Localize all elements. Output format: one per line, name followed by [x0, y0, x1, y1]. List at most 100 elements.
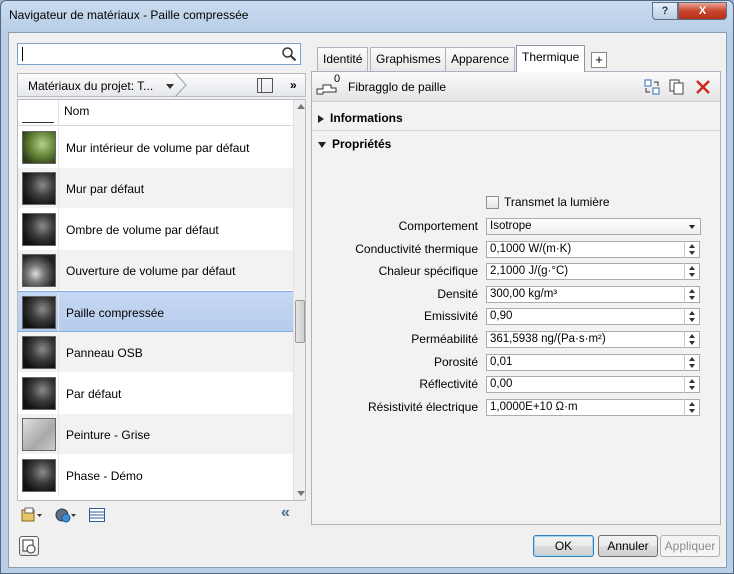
apply-button[interactable]: Appliquer — [660, 535, 720, 557]
material-list-panel: Matériaux du projet: T... » Nom Mur inté… — [17, 41, 306, 529]
duplicate-asset-icon[interactable] — [669, 79, 685, 95]
property-label: Chaleur spécifique — [378, 264, 478, 278]
property-value-field[interactable]: 0,01 — [486, 354, 700, 371]
name-column-header[interactable]: Nom — [64, 104, 89, 118]
tab-graphismes[interactable]: Graphismes — [370, 47, 447, 71]
material-thumbnail — [22, 172, 56, 205]
list-item[interactable]: Mur intérieur de volume par défaut — [18, 127, 293, 168]
material-thumbnail — [22, 213, 56, 246]
property-value-field[interactable]: 0,90 — [486, 308, 700, 325]
transmet-lumiere-checkbox[interactable] — [486, 196, 499, 209]
list-item[interactable]: Paille compressée — [18, 291, 293, 333]
spinner-icon[interactable] — [684, 399, 699, 416]
material-name: Peinture - Grise — [66, 428, 151, 442]
toggle-browser-icon[interactable] — [19, 536, 39, 556]
scroll-up-icon[interactable] — [297, 104, 305, 109]
search-input[interactable] — [17, 43, 301, 65]
spin-up-icon[interactable] — [689, 334, 695, 338]
property-value: Isotrope — [490, 220, 532, 232]
manage-library-icon[interactable] — [21, 507, 43, 523]
cancel-button[interactable]: Annuler — [598, 535, 658, 557]
dialog-client: Matériaux du projet: T... » Nom Mur inté… — [8, 32, 727, 568]
spin-down-icon[interactable] — [689, 386, 695, 390]
material-swatch-icon — [22, 539, 36, 554]
property-value-field[interactable]: 0,1000 W/(m·K) — [486, 241, 700, 258]
transmet-lumiere-label: Transmet la lumière — [504, 195, 610, 209]
spin-up-icon[interactable] — [689, 357, 695, 361]
create-material-icon[interactable] — [55, 507, 77, 523]
list-item[interactable]: Ouverture de volume par défaut — [18, 250, 293, 291]
list-item[interactable]: Phase - Démo — [18, 455, 293, 496]
spin-up-icon[interactable] — [689, 402, 695, 406]
chevron-down-icon[interactable] — [166, 84, 174, 89]
list-scrollbar[interactable] — [293, 100, 305, 500]
search-icon[interactable] — [281, 46, 297, 62]
property-label: Porosité — [433, 355, 478, 369]
collapse-icon — [318, 141, 326, 148]
project-materials-dropdown[interactable]: Matériaux du projet: T... — [28, 79, 153, 93]
tab-thermique[interactable]: Thermique — [516, 45, 586, 72]
property-value: 1,0000E+10 Ω·m — [490, 401, 578, 413]
property-label: Résistivité électrique — [367, 400, 478, 414]
behavior-select[interactable]: Isotrope — [486, 218, 701, 235]
proprietes-section-header[interactable]: Propriétés — [318, 137, 391, 151]
spin-up-icon[interactable] — [689, 289, 695, 293]
spinner-icon[interactable] — [684, 263, 699, 280]
material-rows: Mur intérieur de volume par défaut Mur pa… — [18, 127, 293, 496]
spin-up-icon[interactable] — [689, 244, 695, 248]
material-thumbnail — [22, 459, 56, 492]
scroll-thumb[interactable] — [295, 300, 305, 343]
property-value-field[interactable]: 1,0000E+10 Ω·m — [486, 399, 700, 416]
spinner-icon[interactable] — [684, 331, 699, 348]
scroll-down-icon[interactable] — [297, 491, 305, 496]
spin-down-icon[interactable] — [689, 251, 695, 255]
material-name: Mur par défaut — [66, 182, 145, 196]
asset-header: 0 Fibragglo de paille — [312, 72, 720, 102]
column-divider — [58, 168, 59, 209]
close-button[interactable]: X — [678, 2, 727, 20]
spin-down-icon[interactable] — [689, 341, 695, 345]
property-value-field[interactable]: 0,00 — [486, 376, 700, 393]
spin-down-icon[interactable] — [689, 318, 695, 322]
spin-up-icon[interactable] — [689, 266, 695, 270]
chevron-down-icon[interactable] — [689, 225, 695, 229]
ok-button[interactable]: OK — [533, 535, 594, 557]
column-divider — [58, 332, 59, 373]
collapse-library-button[interactable]: « — [281, 504, 290, 522]
replace-asset-icon[interactable] — [644, 79, 660, 95]
spin-up-icon[interactable] — [689, 379, 695, 383]
spin-down-icon[interactable] — [689, 364, 695, 368]
more-options-button[interactable]: » — [290, 78, 297, 92]
spin-down-icon[interactable] — [689, 273, 695, 277]
informations-section-header[interactable]: Informations — [318, 111, 403, 125]
spin-up-icon[interactable] — [689, 311, 695, 315]
expand-icon — [318, 114, 324, 123]
spin-down-icon[interactable] — [689, 409, 695, 413]
spinner-icon[interactable] — [684, 354, 699, 371]
property-label: Comportement — [398, 219, 478, 233]
property-label: Conductivité thermique — [355, 242, 478, 256]
spinner-icon[interactable] — [684, 241, 699, 258]
swatch-column-header[interactable] — [22, 122, 54, 123]
spinner-icon[interactable] — [684, 286, 699, 303]
tab-identite[interactable]: Identité — [317, 47, 369, 71]
material-thumbnail — [22, 254, 56, 287]
property-value-field[interactable]: 361,5938 ng/(Pa·s·m²) — [486, 331, 700, 348]
list-item[interactable]: Par défaut — [18, 373, 293, 414]
property-value-field[interactable]: 2,1000 J/(g·°C) — [486, 263, 700, 280]
spinner-icon[interactable] — [684, 376, 699, 393]
help-button[interactable]: ? — [652, 2, 678, 20]
list-item[interactable]: Ombre de volume par défaut — [18, 209, 293, 250]
library-panel-icon[interactable] — [89, 507, 105, 523]
property-value-field[interactable]: 300,00 kg/m³ — [486, 286, 700, 303]
delete-asset-icon[interactable] — [695, 79, 711, 95]
tab-apparence[interactable]: Apparence — [445, 47, 516, 71]
list-item[interactable]: Peinture - Grise — [18, 414, 293, 455]
spin-down-icon[interactable] — [689, 296, 695, 300]
add-asset-button[interactable]: + — [591, 52, 607, 68]
list-item[interactable]: Panneau OSB — [18, 332, 293, 373]
view-options-icon[interactable] — [257, 78, 273, 93]
material-name: Panneau OSB — [66, 346, 143, 360]
list-item[interactable]: Mur par défaut — [18, 168, 293, 209]
spinner-icon[interactable] — [684, 308, 699, 325]
